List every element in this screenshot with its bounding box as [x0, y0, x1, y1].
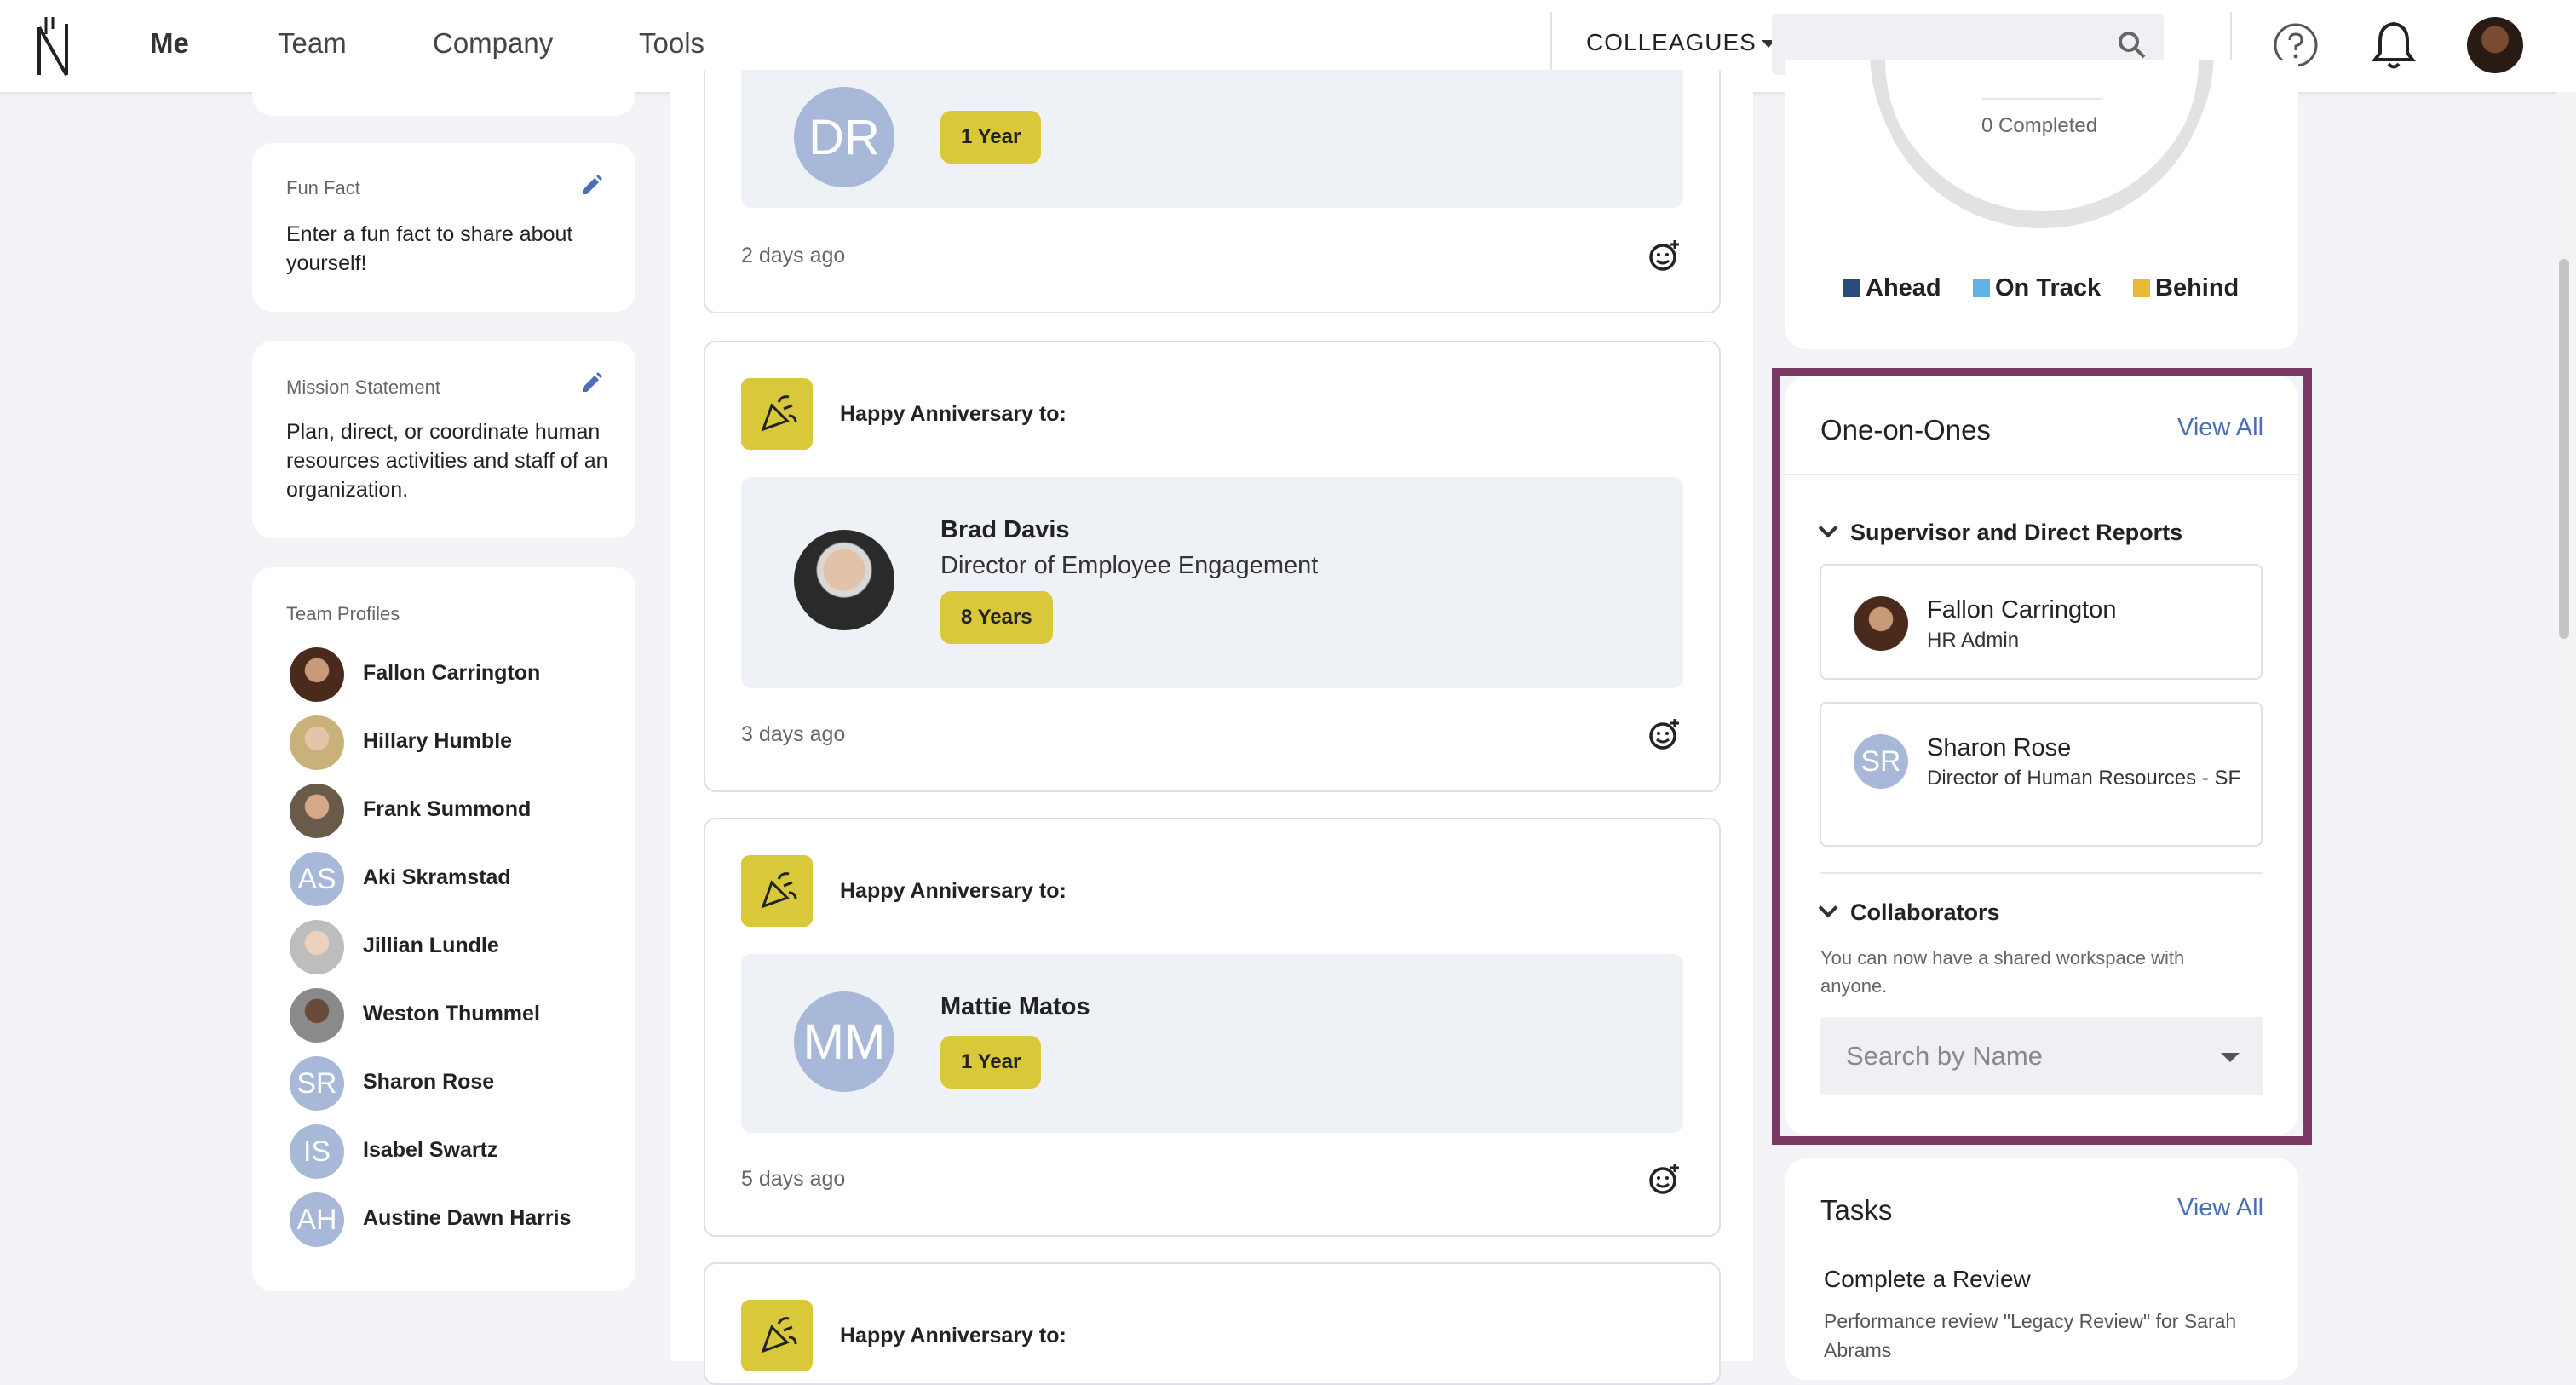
- legend-on-track: On Track: [1973, 274, 2101, 302]
- tasks-card: Tasks View All Complete a Review Perform…: [1785, 1158, 2298, 1380]
- avatar: [290, 647, 344, 702]
- legend-label: Ahead: [1866, 274, 1941, 302]
- anniversary-card: Happy Anniversary to: Brad Davis Directo…: [704, 341, 1721, 792]
- team-member-name: Aki Skramstad: [363, 865, 511, 889]
- completed-count: 0 Completed: [1981, 114, 2098, 137]
- avatar: [290, 784, 344, 838]
- team-member-name: Sharon Rose: [363, 1070, 495, 1094]
- person-name: Brad Davis: [940, 516, 1070, 543]
- goals-card: 0 Completed: [1785, 60, 2298, 349]
- avatar-initials: MM: [794, 991, 894, 1092]
- edit-pencil-icon[interactable]: [579, 174, 603, 198]
- page-scrollbar-thumb[interactable]: [2559, 259, 2569, 639]
- colleagues-dropdown[interactable]: COLLEAGUES: [1586, 29, 1775, 56]
- edit-pencil-icon[interactable]: [579, 371, 603, 395]
- legend-label: Behind: [2155, 274, 2240, 302]
- add-reaction-icon[interactable]: [1647, 1162, 1682, 1196]
- team-member-name: Weston Thummel: [363, 1002, 540, 1026]
- team-member-name: Frank Summond: [363, 797, 532, 821]
- legend-swatch: [2133, 279, 2150, 297]
- avatar: [794, 530, 894, 630]
- person-title: Director of Employee Engagement: [940, 552, 1319, 579]
- avatar-initials: IS: [290, 1124, 344, 1179]
- mission-statement-card: Mission Statement Plan, direct, or coord…: [252, 341, 635, 538]
- add-reaction-icon[interactable]: [1647, 238, 1682, 273]
- team-member-name: Fallon Carrington: [363, 661, 541, 685]
- legend-swatch: [1843, 279, 1860, 297]
- legend-ahead: Ahead: [1843, 274, 1941, 302]
- legend-swatch: [1973, 279, 1990, 297]
- task-item-description: Performance review "Legacy Review" for S…: [1824, 1310, 2237, 1361]
- team-member-name: Hillary Humble: [363, 729, 513, 753]
- timestamp: 2 days ago: [741, 244, 846, 267]
- avatar-initials: AH: [290, 1192, 344, 1247]
- anniversary-card: Happy Anniversary to:: [704, 1262, 1721, 1385]
- timestamp: 5 days ago: [741, 1167, 846, 1191]
- avatar: [290, 715, 344, 770]
- anniversary-badge: 8 Years: [940, 591, 1053, 644]
- team-member-name: Isabel Swartz: [363, 1138, 498, 1162]
- fun-fact-text: Enter a fun fact to share about yourself…: [286, 222, 573, 275]
- highlight-box: [1772, 368, 2312, 1145]
- team-profiles-title: Team Profiles: [286, 603, 400, 624]
- avatar: [290, 920, 344, 974]
- search-icon[interactable]: [2116, 29, 2147, 60]
- avatar-initials: DR: [794, 87, 894, 187]
- team-member-name: Jillian Lundle: [363, 934, 499, 957]
- party-popper-icon: [741, 855, 813, 927]
- tasks-view-all-link[interactable]: View All: [2177, 1194, 2263, 1222]
- avatar: [290, 988, 344, 1043]
- fun-fact-card: Fun Fact Enter a fun fact to share about…: [252, 143, 635, 312]
- person-name: Mattie Matos: [940, 993, 1090, 1020]
- legend-label: On Track: [1995, 274, 2102, 302]
- colleagues-label: COLLEAGUES: [1586, 29, 1757, 55]
- nav-team[interactable]: Team: [278, 27, 347, 60]
- mission-title: Mission Statement: [286, 376, 440, 398]
- mission-text: Plan, direct, or coordinate human resour…: [286, 420, 608, 502]
- anniversary-person-panel: MM Mattie Matos 1 Year: [741, 954, 1683, 1133]
- nav-tools[interactable]: Tools: [639, 27, 704, 60]
- party-popper-icon: [741, 1300, 813, 1371]
- nav-company[interactable]: Company: [433, 27, 553, 60]
- avatar-initials: AS: [290, 852, 344, 906]
- user-avatar[interactable]: [2467, 17, 2523, 73]
- avatar-initials: SR: [290, 1056, 344, 1111]
- anniversary-heading: Happy Anniversary to:: [840, 879, 1067, 903]
- anniversary-card: DR 1 Year 2 days ago: [704, 70, 1721, 313]
- anniversary-card: Happy Anniversary to: MM Mattie Matos 1 …: [704, 818, 1721, 1237]
- goals-ring-chart: [1870, 60, 2214, 228]
- notifications-bell-icon[interactable]: [2370, 19, 2418, 72]
- tasks-title: Tasks: [1820, 1194, 1893, 1226]
- app-logo[interactable]: [34, 15, 72, 77]
- fun-fact-title: Fun Fact: [286, 177, 360, 198]
- anniversary-heading: Happy Anniversary to:: [840, 402, 1067, 426]
- anniversary-heading: Happy Anniversary to:: [840, 1324, 1067, 1348]
- anniversary-badge: 1 Year: [940, 111, 1042, 164]
- nav-me[interactable]: Me: [150, 27, 189, 60]
- team-member-name: Austine Dawn Harris: [363, 1206, 572, 1230]
- legend-behind: Behind: [2133, 274, 2239, 302]
- anniversary-person-panel: DR 1 Year: [741, 70, 1683, 208]
- add-reaction-icon[interactable]: [1647, 717, 1682, 751]
- anniversary-badge: 1 Year: [940, 1036, 1042, 1089]
- profile-card-partial: [252, 60, 635, 116]
- party-popper-icon: [741, 378, 813, 450]
- anniversary-person-panel: Brad Davis Director of Employee Engageme…: [741, 477, 1683, 688]
- nav-divider: [1550, 12, 1552, 78]
- task-item-title[interactable]: Complete a Review: [1824, 1266, 2031, 1293]
- timestamp: 3 days ago: [741, 722, 846, 746]
